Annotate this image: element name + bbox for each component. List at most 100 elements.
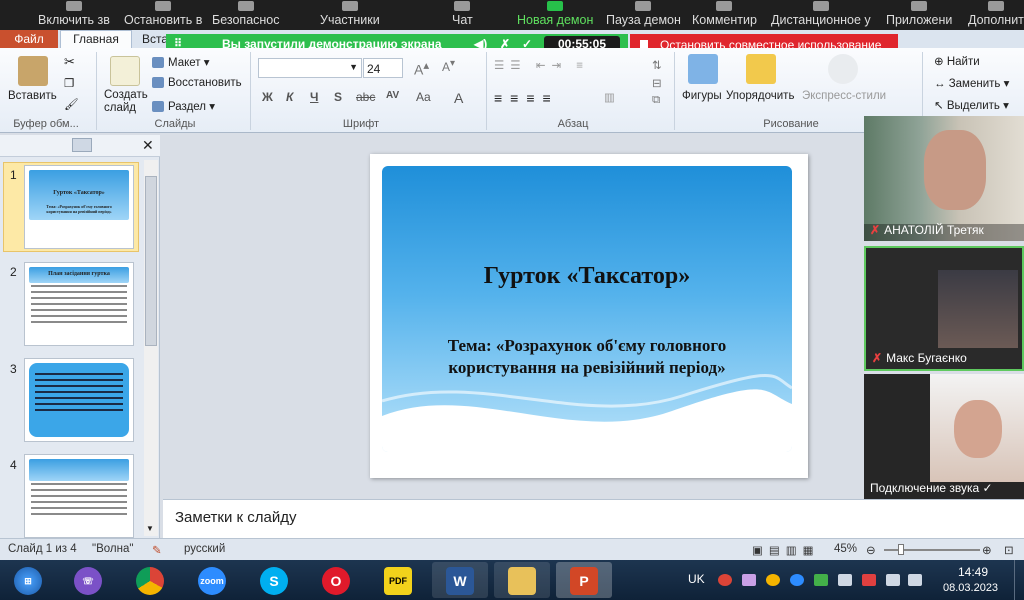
chrome-tray-icon[interactable] [718,574,732,586]
zoom-level[interactable]: 45% [834,543,857,555]
list-icons[interactable]: ☰☰ ⇤⇥ ≡ [494,58,589,72]
slide-thumb-3[interactable] [24,358,134,442]
security-tray-icon[interactable] [814,574,828,586]
zoom-tray-icon[interactable] [790,574,804,586]
zoom-remote-control-button[interactable]: Дистанционное у [771,1,871,27]
outline-tab-icon[interactable] [72,138,92,152]
cut-icon[interactable]: ✂ [64,54,75,70]
slide-thumb-2[interactable]: План засідання гуртка [24,262,134,346]
italic-button[interactable]: К [286,90,293,104]
start-button[interactable]: ⊞ [0,562,56,598]
scroll-thumb[interactable] [145,176,157,346]
create-slide-button[interactable]: Создать слайд [104,89,148,115]
taskbar-skype[interactable]: S [246,562,302,598]
scroll-down-icon[interactable]: ▼ [146,524,154,533]
grow-font-icon[interactable]: A▴ [414,58,429,78]
chrome-tray-icon-2[interactable] [766,574,780,586]
zoom-audio-button[interactable]: Включить зв [38,1,110,27]
zoom-participants-button[interactable]: Участники [320,1,380,27]
align-text-icon[interactable]: ⊟ [652,76,662,90]
copy-icon[interactable]: ❐ [64,76,74,90]
zoom-annotate-button[interactable]: Комментир [692,1,757,27]
notification-icon[interactable] [908,574,922,586]
columns-icon[interactable]: ▥ [604,90,615,104]
find-button[interactable]: ⊕ Найти [934,54,980,68]
app-tray-icon[interactable] [742,574,756,586]
paste-button[interactable]: Вставить [8,90,57,102]
shapes-button[interactable]: Фигуры [682,90,722,102]
taskbar-zoom[interactable]: zoom [184,562,240,598]
participant-video-2[interactable]: ✗ Макс Бугаєнко [864,246,1024,371]
slide-subtitle[interactable]: Тема: «Розрахунок об'єму головного корис… [402,335,772,379]
camera-icon [155,1,172,11]
view-buttons[interactable]: ▣▤▥▦ [752,543,819,557]
zoom-video-button[interactable]: Остановить в [124,1,202,27]
show-desktop-button[interactable] [1014,560,1024,600]
slides-scrollbar[interactable]: ▼ [144,160,158,536]
section-button[interactable]: Раздел ▾ [152,99,215,113]
fit-slide-icon[interactable]: ⊡ [1004,543,1014,557]
slide-thumb-4[interactable] [24,454,134,538]
notes-pane[interactable]: Заметки к слайду [163,499,1024,538]
spellcheck-icon[interactable]: ✎ [152,543,162,557]
language-label[interactable]: русский [184,543,225,555]
bold-button[interactable]: Ж [262,90,273,104]
taskbar-pdf[interactable]: PDF [370,562,426,598]
network-icon[interactable] [862,574,876,586]
strikethrough-button[interactable]: abc [356,90,375,104]
theme-name[interactable]: "Волна" [92,543,133,555]
slide-thumb-1[interactable]: Гурток «Таксатор» Тема: «Розрахунок об'є… [24,165,134,249]
taskbar-opera[interactable]: O [308,562,364,598]
taskbar-powerpoint[interactable]: P [556,562,612,598]
zoom-slider-thumb[interactable] [898,544,904,555]
taskbar-explorer[interactable] [494,562,550,598]
taskbar-word[interactable]: W [432,562,488,598]
zoom-more-button[interactable]: Дополнит [968,1,1024,27]
zoom-chat-button[interactable]: Чат [452,1,473,27]
arrange-button[interactable]: Упорядочить [726,90,794,102]
zoom-in-icon[interactable]: ⊕ [982,543,992,557]
new-slide-icon[interactable] [110,56,140,86]
zoom-out-icon[interactable]: ⊖ [866,543,876,557]
quick-styles-button[interactable]: Экспресс-стили [802,90,886,102]
participant-video-1[interactable]: ✗ АНАТОЛІЙ Третяк [864,116,1024,241]
zoom-security-button[interactable]: Безопаснос [212,1,280,27]
zoom-pause-share-button[interactable]: Пауза демон [606,1,681,27]
close-icon[interactable]: ✕ [142,137,154,154]
shrink-font-icon[interactable]: A▾ [442,58,455,74]
quick-styles-icon[interactable] [828,54,858,84]
font-size-select[interactable]: 24 [363,58,403,78]
clock-date[interactable]: 08.03.2023 [943,582,998,594]
select-button[interactable]: ↖ Выделить ▾ [934,98,1009,112]
slide-title[interactable]: Гурток «Таксатор» [382,263,792,290]
zoom-new-share-button[interactable]: Новая демон [517,1,593,27]
tab-home[interactable]: Главная [60,30,132,48]
clock-time[interactable]: 14:49 [958,565,988,579]
text-direction-icon[interactable]: ⇅ [652,58,662,72]
slide-background [382,166,792,452]
tab-insert[interactable]: Вста [142,32,168,46]
tab-file[interactable]: Файл [0,30,58,48]
font-color-button[interactable]: A [454,90,463,106]
shadow-button[interactable]: S [334,90,342,104]
language-indicator[interactable]: UK [688,572,705,586]
reset-button[interactable]: Восстановить [152,77,242,89]
format-painter-icon[interactable]: 🖌 [64,97,79,111]
shapes-icon[interactable] [688,54,718,84]
arrange-icon[interactable] [746,54,776,84]
paste-icon[interactable] [18,56,48,86]
replace-button[interactable]: ↔ Заменить ▾ [934,76,1009,90]
volume-icon[interactable] [838,574,852,586]
action-center-icon[interactable] [886,574,900,586]
participant-video-3[interactable]: Подключение звука ✓ [864,374,1024,499]
align-icons[interactable]: ≡≡≡≡ [494,90,559,106]
taskbar-chrome[interactable] [122,562,178,598]
zoom-apps-button[interactable]: Приложени [886,1,952,27]
change-case-button[interactable]: Aa [416,90,431,104]
smartart-icon[interactable]: ⧉ [652,94,660,107]
char-spacing-button[interactable]: AV [386,90,399,101]
layout-button[interactable]: Макет ▾ [152,55,210,69]
font-name-select[interactable]: ▼ [258,58,362,78]
underline-button[interactable]: Ч [310,90,318,104]
taskbar-viber[interactable]: ☏ [60,562,116,598]
